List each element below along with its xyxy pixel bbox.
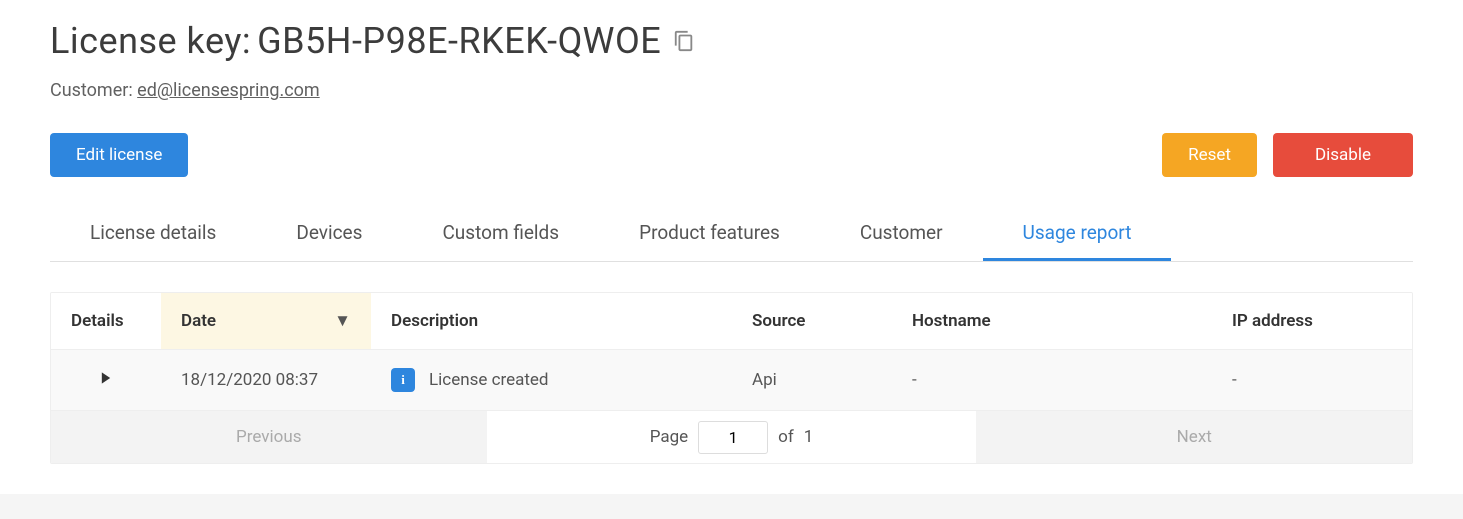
- customer-email-link[interactable]: ed@licensespring.com: [137, 80, 320, 101]
- tab-usage-report[interactable]: Usage report: [983, 207, 1172, 261]
- previous-button[interactable]: Previous: [51, 411, 487, 463]
- col-source[interactable]: Source: [732, 293, 892, 350]
- tab-devices[interactable]: Devices: [256, 207, 402, 261]
- copy-icon[interactable]: [673, 30, 695, 52]
- next-button[interactable]: Next: [976, 411, 1412, 463]
- col-description[interactable]: Description: [371, 293, 732, 350]
- col-date[interactable]: Date ▼: [161, 293, 371, 350]
- tabs: License detailsDevicesCustom fieldsProdu…: [50, 207, 1413, 262]
- reset-button[interactable]: Reset: [1162, 133, 1257, 177]
- col-hostname[interactable]: Hostname: [892, 293, 1212, 350]
- expand-row-button[interactable]: [51, 350, 161, 411]
- total-pages: 1: [804, 427, 814, 447]
- customer-line: Customer: ed@licensespring.com: [50, 80, 1413, 101]
- info-icon: i: [391, 368, 415, 392]
- cell-ip: -: [1212, 350, 1412, 411]
- tab-license-details[interactable]: License details: [50, 207, 256, 261]
- cell-description: i License created: [371, 350, 732, 411]
- title-prefix: License key:: [50, 20, 251, 62]
- cell-source: Api: [732, 350, 892, 411]
- sort-desc-icon: ▼: [334, 311, 351, 331]
- tab-custom-fields[interactable]: Custom fields: [402, 207, 599, 261]
- cell-date: 18/12/2020 08:37: [161, 350, 371, 411]
- edit-license-button[interactable]: Edit license: [50, 133, 188, 177]
- table-header-row: Details Date ▼ Description Source Hostna…: [51, 293, 1412, 350]
- tab-product-features[interactable]: Product features: [599, 207, 820, 261]
- col-ip[interactable]: IP address: [1212, 293, 1412, 350]
- license-key-value: GB5H-P98E-RKEK-QWOE: [257, 20, 661, 62]
- cell-hostname: -: [892, 350, 1212, 411]
- of-label: of: [778, 427, 794, 447]
- page-label: Page: [650, 427, 688, 447]
- page-title: License key: GB5H-P98E-RKEK-QWOE: [50, 20, 1413, 62]
- col-details[interactable]: Details: [51, 293, 161, 350]
- pager: Previous Page of 1 Next: [51, 411, 1412, 463]
- tab-customer[interactable]: Customer: [820, 207, 983, 261]
- disable-button[interactable]: Disable: [1273, 133, 1413, 177]
- description-text: License created: [429, 370, 549, 390]
- page-input[interactable]: [698, 421, 768, 454]
- customer-label: Customer:: [50, 80, 137, 101]
- table-row: 18/12/2020 08:37iLicense createdApi--: [51, 350, 1412, 411]
